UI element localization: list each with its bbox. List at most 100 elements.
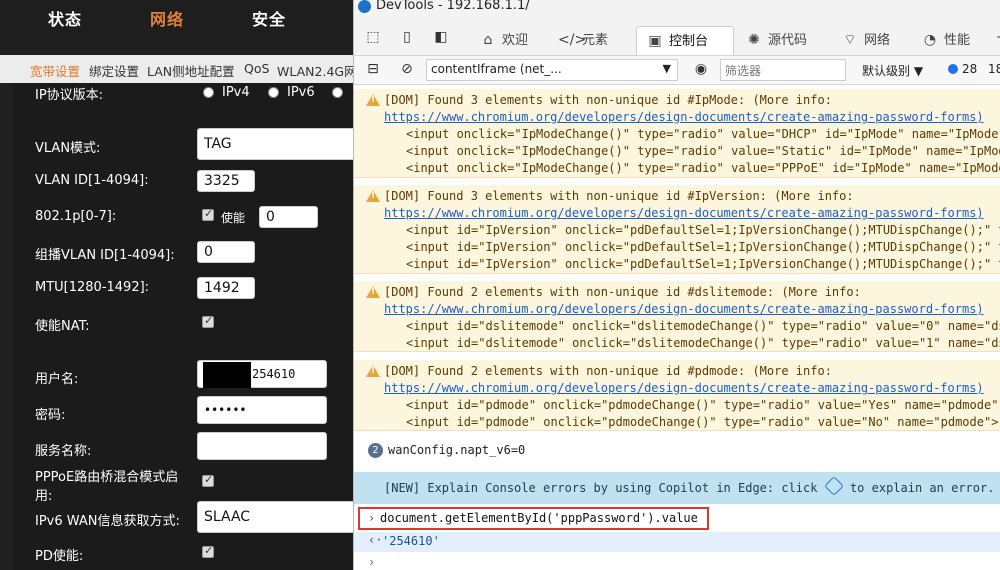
console-icon: ▣: [648, 33, 662, 49]
console-command: document.getElementById('pppPassword').v…: [380, 511, 698, 525]
performance-icon: ◔: [923, 32, 937, 48]
repeat-count-badge: 2: [368, 443, 383, 458]
dock-side-icon[interactable]: ◧: [432, 29, 450, 45]
ipv4v6-radio[interactable]: [332, 87, 343, 98]
mcast-vlan-label: 组播VLAN ID[1-4094]:: [35, 248, 175, 263]
issues-badge[interactable]: 28: [948, 62, 977, 76]
prompt-chevron-icon: ›: [368, 511, 376, 525]
dot1p-enable-label: 使能: [221, 211, 246, 225]
result-value: '254610': [382, 534, 440, 548]
context-select[interactable]: contentIframe (net_... ▼: [426, 59, 678, 81]
console-log-row: 2 wanConfig.napt_v6=0: [354, 440, 1000, 462]
console-output: [DOM] Found 3 elements with non-unique i…: [354, 85, 1000, 570]
issue-icon: [948, 64, 958, 74]
wifi-icon: ⌔: [843, 32, 857, 48]
tab-performance[interactable]: ◔ 性能: [920, 26, 990, 54]
subnav-qos[interactable]: QoS: [244, 61, 269, 76]
live-expression-eye-icon[interactable]: ◉: [692, 61, 710, 77]
more-info-link[interactable]: https://www.chromium.org/developers/desi…: [384, 301, 984, 318]
dot1p-input[interactable]: 0: [259, 206, 318, 228]
warning-icon: [366, 365, 380, 377]
vlan-mode-label: VLAN模式:: [35, 141, 101, 156]
caret-down-icon: ▼: [662, 62, 671, 75]
code-icon: </>: [558, 32, 587, 48]
password-input[interactable]: ••••••: [197, 396, 327, 424]
pppoe-bridge-label: PPPoE路由桥混合模式启: [35, 470, 179, 485]
console-warning: [DOM] Found 3 elements with non-unique i…: [354, 89, 1000, 178]
subnav-lan[interactable]: LAN侧地址配置: [147, 61, 235, 80]
result-arrow-icon: ‹·: [368, 533, 383, 547]
dot1p-label: 802.1p[0-7]:: [35, 209, 117, 224]
bug-icon: ✺: [748, 32, 760, 48]
more-info-link[interactable]: https://www.chromium.org/developers/desi…: [384, 109, 984, 126]
ipv6-radio[interactable]: [268, 87, 279, 98]
pppoe-bridge-label-2: 用:: [35, 489, 53, 504]
subnav-broadband[interactable]: 宽带设置: [30, 61, 80, 80]
ip-version-label: IP协议版本:: [35, 88, 104, 103]
dot1p-enable-checkbox[interactable]: [202, 207, 214, 221]
tab-sources[interactable]: ✺ 源代码: [744, 26, 834, 54]
vlan-id-label: VLAN ID[1-4094]:: [35, 173, 149, 188]
username-label: 用户名:: [35, 372, 79, 387]
top-nav: 状态 网络 安全: [0, 0, 353, 50]
ipv6-wan-select[interactable]: SLAAC: [197, 501, 353, 533]
issues-badge-2[interactable]: 18: [988, 62, 1000, 76]
mcast-vlan-input[interactable]: 0: [197, 241, 255, 263]
console-result-row: ‹· '254610': [354, 532, 1000, 552]
warning-icon: [366, 286, 380, 298]
more-info-link[interactable]: https://www.chromium.org/developers/desi…: [384, 380, 984, 397]
copilot-info-row: [NEW] Explain Console errors by using Co…: [354, 472, 1000, 504]
router-admin-page: 状态 网络 安全 宽带设置 绑定设置 LAN侧地址配置 QoS WLAN2.4G…: [0, 0, 353, 570]
mtu-input[interactable]: 1492: [197, 277, 255, 299]
nat-label: 使能NAT:: [35, 319, 90, 334]
subnav-binding[interactable]: 绑定设置: [89, 61, 139, 80]
sidebar-toggle-icon[interactable]: ⊟: [364, 61, 382, 77]
tab-elements[interactable]: </>元素: [558, 26, 630, 54]
mtu-label: MTU[1280-1492]:: [35, 280, 150, 295]
filter-input[interactable]: 筛选器: [720, 59, 846, 81]
nav-security[interactable]: 安全: [252, 6, 286, 30]
pd-enable-label: PD使能:: [35, 549, 84, 564]
ipv4-label: IPv4: [222, 85, 250, 100]
pd-enable-checkbox[interactable]: [202, 544, 214, 558]
warning-icon: [366, 94, 380, 106]
vlan-mode-select[interactable]: TAG: [197, 128, 353, 160]
pppoe-bridge-checkbox[interactable]: [202, 473, 214, 487]
log-level-select[interactable]: 默认级别 ▼: [862, 62, 923, 79]
nav-status[interactable]: 状态: [48, 6, 82, 30]
command-highlight-box: › document.getElementById('pppPassword')…: [358, 507, 709, 530]
sub-nav: 宽带设置 绑定设置 LAN侧地址配置 QoS WLAN2.4G网: [0, 55, 353, 83]
more-info-link[interactable]: https://www.chromium.org/developers/desi…: [384, 205, 984, 222]
password-label: 密码:: [35, 408, 66, 423]
ipv6-wan-label: IPv6 WAN信息获取方式:: [35, 514, 180, 529]
tab-welcome[interactable]: ⌂ 欢迎: [478, 26, 550, 54]
console-toolbar: ⊟ ⊘ contentIframe (net_... ▼ ◉ 筛选器 默认级别 …: [354, 56, 1000, 85]
clear-console-icon[interactable]: ⊘: [398, 61, 416, 77]
console-prompt-input[interactable]: ›: [368, 555, 375, 569]
console-warning: [DOM] Found 2 elements with non-unique i…: [354, 281, 1000, 352]
ipv6-label: IPv6: [287, 85, 315, 100]
redaction-box: [203, 362, 251, 388]
service-name-input[interactable]: [197, 432, 327, 460]
console-warning: [DOM] Found 2 elements with non-unique i…: [354, 360, 1000, 431]
console-warning: [DOM] Found 3 elements with non-unique i…: [354, 185, 1000, 274]
tab-console[interactable]: ▣ 控制台: [636, 26, 734, 55]
ipv4-radio[interactable]: [203, 87, 214, 98]
more-tabs-icon[interactable]: +: [992, 29, 1000, 45]
devtools-tabbar: ⬚ ▯ ◧ ⌂欢迎 </>元素 ▣控制台 ✺源代码 ⌔网络 ◔性能 +: [354, 18, 1000, 56]
copilot-icon[interactable]: [823, 476, 844, 496]
home-icon: ⌂: [483, 32, 493, 48]
devtools-panel: DevTools - 192.168.1.1/ ⬚ ▯ ◧ ⌂ 欢迎 </>元素 …: [353, 0, 1000, 570]
nav-network[interactable]: 网络: [150, 6, 184, 30]
vlan-id-input[interactable]: 3325: [197, 170, 255, 192]
tab-network[interactable]: ⌔ 网络: [840, 26, 916, 54]
nat-checkbox[interactable]: [202, 314, 214, 328]
devtools-titlebar: DevTools - 192.168.1.1/: [354, 0, 1000, 18]
devtools-title: DevTools - 192.168.1.1/: [376, 0, 530, 13]
inspect-element-icon[interactable]: ⬚: [364, 29, 382, 45]
warning-icon: [366, 190, 380, 202]
service-name-label: 服务名称:: [35, 444, 92, 459]
subnav-wlan[interactable]: WLAN2.4G网: [277, 61, 353, 80]
edge-logo-icon: [358, 0, 371, 13]
device-emulation-icon[interactable]: ▯: [398, 29, 416, 45]
